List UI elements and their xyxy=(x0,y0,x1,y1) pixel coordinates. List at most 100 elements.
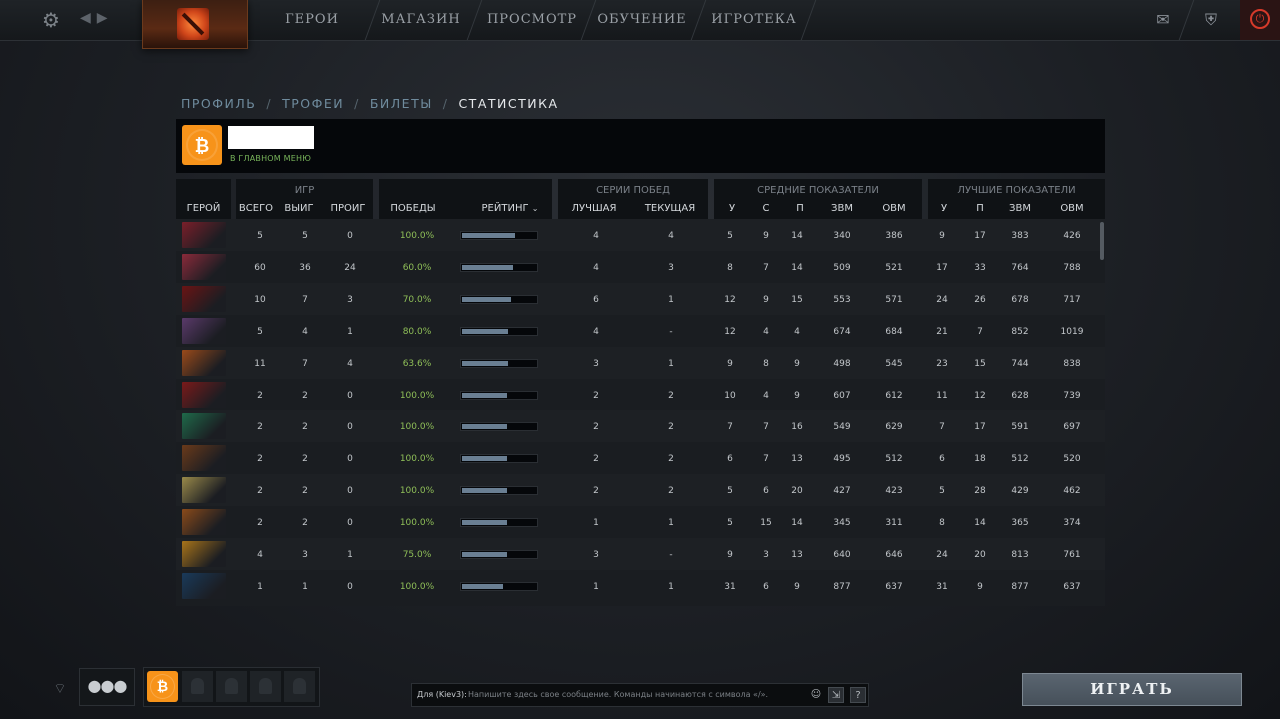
party-slot-self[interactable]: ₿ xyxy=(147,671,178,702)
hero-portrait[interactable] xyxy=(182,509,226,536)
row-winrate: 75.0% xyxy=(402,550,432,560)
armory-icon[interactable]: ⛨ xyxy=(1198,8,1224,32)
nav-arcade[interactable]: ИГРОТЕКА xyxy=(706,0,802,40)
table-row[interactable]: 5 5 0 100.0% 4 4 5 9 14 340 386 9 17 383 426 xyxy=(176,219,1105,251)
nav-divider xyxy=(580,0,597,40)
row-best-gpm: 628 xyxy=(1011,390,1029,401)
chat-popout-icon[interactable]: ⇲ xyxy=(828,687,844,703)
row-best-streak: 4 xyxy=(593,231,599,241)
hero-portrait[interactable] xyxy=(182,285,226,312)
party-slot-empty[interactable] xyxy=(250,671,281,702)
nav-learn[interactable]: ОБУЧЕНИЕ xyxy=(596,0,688,40)
chat-help-button[interactable]: ? xyxy=(850,687,866,703)
col-avg-assists[interactable]: П xyxy=(790,203,810,214)
row-best-xpm: 637 xyxy=(1063,581,1081,592)
col-rating[interactable]: РЕЙТИНГ ⌄ xyxy=(475,203,545,214)
row-avg-kills: 5 xyxy=(727,518,733,529)
col-best-xpm[interactable]: ОВМ xyxy=(1056,203,1088,214)
dota-logo-home-button[interactable] xyxy=(142,0,248,49)
table-row[interactable]: 1 1 0 100.0% 1 1 31 6 9 877 637 31 9 877 637 xyxy=(176,570,1105,602)
hero-portrait[interactable] xyxy=(182,541,226,567)
rating-bar-fill xyxy=(462,552,507,557)
hero-portrait[interactable] xyxy=(182,445,226,472)
hero-portrait[interactable] xyxy=(182,222,226,248)
col-avg-kills[interactable]: У xyxy=(722,203,742,214)
row-wins: 2 xyxy=(302,454,308,465)
col-avg-gpm[interactable]: ЗВМ xyxy=(826,203,858,214)
play-button[interactable]: ИГРАТЬ xyxy=(1022,673,1242,706)
rating-bar-fill xyxy=(462,488,507,494)
col-best-streak[interactable]: ЛУЧШАЯ xyxy=(566,203,622,214)
power-button[interactable]: ⏻ xyxy=(1240,0,1280,40)
hero-portrait[interactable] xyxy=(182,413,226,440)
table-row[interactable]: 2 2 0 100.0% 2 2 6 7 13 495 512 6 18 512 520 xyxy=(176,442,1105,474)
col-losses[interactable]: ПРОИГ xyxy=(326,203,370,214)
hero-portrait[interactable] xyxy=(182,253,226,280)
row-wins: 2 xyxy=(302,486,308,497)
table-row[interactable]: 11 7 4 63.6% 3 1 9 8 9 498 545 23 15 744 838 xyxy=(176,346,1105,379)
row-avg-assists: 9 xyxy=(794,390,800,401)
col-best-assists[interactable]: П xyxy=(970,203,990,214)
row-avg-assists: 14 xyxy=(791,262,803,273)
breadcrumb-stats[interactable]: СТАТИСТИКА xyxy=(458,96,558,111)
rating-bar-fill xyxy=(462,392,507,398)
breadcrumb-tickets[interactable]: БИЛЕТЫ xyxy=(370,96,433,111)
chat-input[interactable]: Для (Kiev3): Напишите здесь свое сообщен… xyxy=(411,683,869,707)
hero-portrait[interactable] xyxy=(182,477,226,504)
hero-portrait[interactable] xyxy=(182,572,226,599)
breadcrumb-trophies[interactable]: ТРОФЕИ xyxy=(282,96,344,111)
row-best-xpm: 838 xyxy=(1063,358,1081,369)
row-best-streak: 2 xyxy=(593,454,599,465)
col-wins[interactable]: ВЫИГ xyxy=(280,203,318,214)
rating-bar-fill xyxy=(462,520,507,526)
col-avg-deaths[interactable]: С xyxy=(756,203,776,214)
col-hero[interactable]: ГЕРОЙ xyxy=(176,203,231,214)
party-slot-empty[interactable] xyxy=(284,671,315,702)
breadcrumb-profile[interactable]: ПРОФИЛЬ xyxy=(181,96,256,111)
table-row[interactable]: 2 2 0 100.0% 2 2 5 6 20 427 423 5 28 429 462 xyxy=(176,474,1105,507)
table-row[interactable]: 4 3 1 75.0% 3 - 9 3 13 640 646 24 20 813 761 xyxy=(176,538,1105,570)
nav-store[interactable]: МАГАЗИН xyxy=(378,0,464,40)
col-best-gpm[interactable]: ЗВМ xyxy=(1004,203,1036,214)
avatar[interactable]: ₿ xyxy=(182,125,222,165)
forward-arrow-icon[interactable]: ▶ xyxy=(97,10,114,26)
table-scrollbar[interactable] xyxy=(1100,222,1104,260)
table-row[interactable]: 2 2 0 100.0% 2 2 10 4 9 607 612 11 12 628 739 xyxy=(176,379,1105,411)
row-best-xpm: 520 xyxy=(1063,454,1081,465)
hero-portrait[interactable] xyxy=(182,317,226,344)
table-row[interactable]: 2 2 0 100.0% 1 1 5 15 14 345 311 8 14 365 374 xyxy=(176,506,1105,538)
nav-watch[interactable]: ПРОСМОТР xyxy=(482,0,582,40)
col-winrate[interactable]: ПОБЕДЫ xyxy=(385,203,441,214)
row-avg-assists: 15 xyxy=(791,294,803,305)
row-best-assists: 33 xyxy=(974,262,986,273)
col-best-kills[interactable]: У xyxy=(934,203,954,214)
row-total: 4 xyxy=(257,550,263,560)
row-best-xpm: 739 xyxy=(1063,390,1081,401)
party-slot-empty[interactable] xyxy=(216,671,247,702)
table-row[interactable]: 60 36 24 60.0% 4 3 8 7 14 509 521 17 33 764 788 xyxy=(176,251,1105,283)
row-winrate: 100.0% xyxy=(399,422,435,433)
row-current-streak: 1 xyxy=(668,581,674,592)
row-avg-xpm: 386 xyxy=(885,231,903,241)
col-current-streak[interactable]: ТЕКУЩАЯ xyxy=(642,203,698,214)
col-avg-xpm[interactable]: ОВМ xyxy=(878,203,910,214)
table-row[interactable]: 10 7 3 70.0% 6 1 12 9 15 553 571 24 26 678 717 xyxy=(176,282,1105,315)
row-wins: 2 xyxy=(302,390,308,401)
table-row[interactable]: 5 4 1 80.0% 4 - 12 4 4 674 684 21 7 852 1019 xyxy=(176,315,1105,347)
row-avg-assists: 14 xyxy=(791,231,803,241)
chat-channel-label[interactable]: Для (Kiev3): xyxy=(417,684,467,706)
gear-icon[interactable]: ⚙ xyxy=(40,9,62,31)
nav-heroes[interactable]: ГЕРОИ xyxy=(262,0,362,40)
party-button[interactable]: ●●● xyxy=(79,668,135,706)
row-best-gpm: 877 xyxy=(1011,581,1029,592)
party-slot-empty[interactable] xyxy=(182,671,213,702)
back-arrow-icon[interactable]: ◀ xyxy=(80,10,97,26)
header-averages-group: СРЕДНИЕ ПОКАЗАТЕЛИ У С П ЗВМ ОВМ xyxy=(714,179,922,219)
row-best-streak: 2 xyxy=(593,390,599,401)
mail-icon[interactable]: ✉ xyxy=(1152,8,1174,32)
hero-portrait[interactable] xyxy=(182,349,226,376)
hero-portrait[interactable] xyxy=(182,381,226,408)
emoticon-icon[interactable]: ☺ xyxy=(808,687,824,703)
table-row[interactable]: 2 2 0 100.0% 2 2 7 7 16 549 629 7 17 591 697 xyxy=(176,410,1105,443)
col-total[interactable]: ВСЕГО xyxy=(236,203,276,214)
